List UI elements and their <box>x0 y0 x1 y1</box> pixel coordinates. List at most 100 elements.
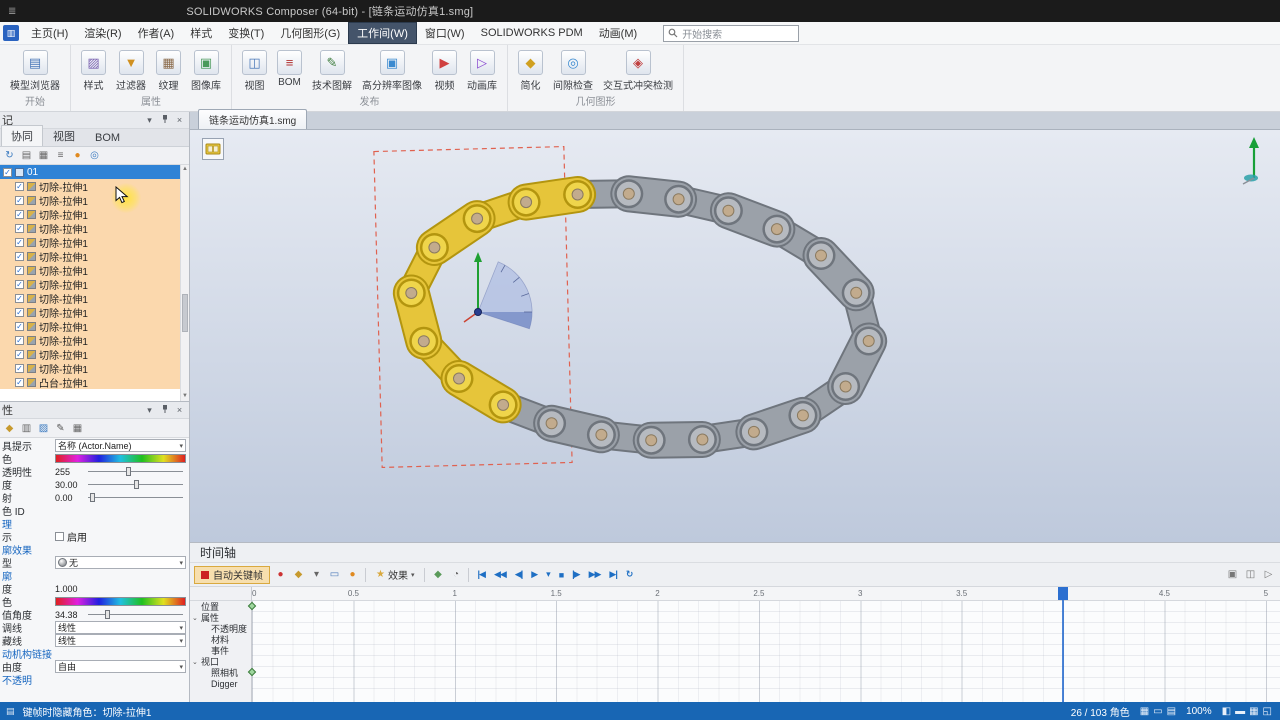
property-dropdown[interactable]: 无 ▾ <box>55 556 186 569</box>
slider-thumb[interactable] <box>133 480 139 489</box>
checkbox-checked[interactable]: ✓ <box>15 349 24 359</box>
timeline-row-label[interactable]: 照相机 <box>190 667 251 678</box>
effects-button[interactable]: ★ 效果 ▾ <box>371 566 419 584</box>
slider-thumb[interactable] <box>89 493 95 502</box>
tree-item[interactable]: ✓ 切除-拉伸1 <box>0 305 180 320</box>
timeline-track[interactable] <box>252 645 1280 656</box>
loop-button[interactable]: ↻ <box>623 567 636 582</box>
file-menu-button[interactable]: ▥ <box>3 25 19 41</box>
search-box[interactable]: 开始搜索 <box>663 24 800 42</box>
slider-track[interactable] <box>88 493 183 502</box>
checkbox-unchecked[interactable] <box>55 532 64 541</box>
timeline-row-label[interactable]: 事件 <box>190 645 251 656</box>
checkbox-checked[interactable]: ✓ <box>15 251 24 261</box>
checkbox-checked[interactable]: ✓ <box>3 167 12 177</box>
timeline-track[interactable] <box>252 678 1280 689</box>
timeline-grid-area[interactable]: 00.511.522.533.544.55 <box>247 587 1280 702</box>
scroll-thumb[interactable] <box>182 293 188 332</box>
timeline-track[interactable] <box>252 656 1280 667</box>
checkbox-checked[interactable]: ✓ <box>15 307 24 317</box>
menu-item-1[interactable]: 渲染(R) <box>76 22 129 44</box>
slider-track[interactable] <box>88 480 183 489</box>
tree-item[interactable]: ✓ 切除-拉伸1 <box>0 207 180 222</box>
ribbon-button-styles[interactable]: ▨ 样式 <box>76 49 111 93</box>
ribbon-button-model-browser[interactable]: ▤ 模型浏览器 <box>5 49 65 93</box>
ribbon-button-views[interactable]: ◫ 视图 <box>237 49 272 93</box>
timeline-row-label[interactable]: 位置 <box>190 601 251 612</box>
expand-all-icon[interactable]: ▤ <box>19 148 34 163</box>
tree-item[interactable]: ✓ 切除-拉伸1 <box>0 235 180 250</box>
timeline-track[interactable] <box>252 612 1280 623</box>
color-gradient-bar[interactable] <box>55 454 186 463</box>
checkbox-checked[interactable]: ✓ <box>15 377 24 387</box>
tree-item[interactable]: ✓ 切除-拉伸1 <box>0 193 180 208</box>
ribbon-button-tech-illustration[interactable]: ✎ 技术图解 <box>307 49 357 93</box>
ribbon-button-video[interactable]: ▶ 视频 <box>427 49 462 93</box>
property-dropdown[interactable]: 名称 (Actor.Name) ▾ <box>55 439 186 452</box>
menu-item-7[interactable]: 窗口(W) <box>417 22 473 44</box>
animation-mode-badge[interactable] <box>202 138 224 160</box>
playhead[interactable] <box>1058 587 1069 702</box>
checkbox-checked[interactable]: ✓ <box>15 265 24 275</box>
ribbon-button-clearance-check[interactable]: ◎ 间隙检查 <box>548 49 598 93</box>
timeline-track[interactable] <box>252 634 1280 645</box>
pencil-icon[interactable]: ✎ <box>53 421 68 436</box>
list-icon[interactable]: ≡ <box>53 148 68 163</box>
checkbox-checked[interactable]: ✓ <box>15 335 24 345</box>
property-dropdown[interactable]: 线性 ▾ <box>55 621 186 634</box>
tree-item[interactable]: ✓ 切除-拉伸1 <box>0 249 180 264</box>
time-mode-icon[interactable]: ◔ <box>448 567 463 582</box>
timeline-zoom-icon[interactable]: ▣ <box>1225 567 1240 582</box>
tree-item[interactable]: ✓ 切除-拉伸1 <box>0 277 180 292</box>
tree-item[interactable]: ✓ 切除-拉伸1 <box>0 361 180 376</box>
slider-thumb[interactable] <box>105 610 110 619</box>
ribbon-button-image-library[interactable]: ▣ 图像库 <box>186 49 226 93</box>
checkbox-checked[interactable]: ✓ <box>15 279 24 289</box>
visibility-icon[interactable]: ● <box>70 148 85 163</box>
timeline-row-label[interactable]: ⌄ 属性 <box>190 612 251 623</box>
tree-item[interactable]: ✓ 切除-拉伸1 <box>0 333 180 348</box>
close-icon[interactable]: × <box>173 114 186 127</box>
timeline-track[interactable] <box>252 623 1280 634</box>
display-icon[interactable]: ▭ <box>1153 706 1162 717</box>
timeline-row-label[interactable]: 材料 <box>190 634 251 645</box>
tree-item[interactable]: ✓ 切除-拉伸1 <box>0 221 180 236</box>
add-key-icon[interactable]: ◆ <box>291 567 306 582</box>
playhead-handle[interactable] <box>1058 587 1069 600</box>
step-forward-button[interactable]: |▶ <box>569 567 582 582</box>
go-start-button[interactable]: |◀ <box>474 567 487 582</box>
copy-style-icon[interactable]: ▥ <box>19 421 34 436</box>
paint-icon[interactable]: ▨ <box>36 421 51 436</box>
camera-key-icon[interactable]: ▭ <box>327 567 342 582</box>
checkbox-checked[interactable]: ✓ <box>15 195 24 205</box>
render-mode-icon[interactable]: ◧ <box>1222 706 1231 717</box>
color-gradient-bar[interactable] <box>55 597 186 606</box>
checkbox-checked[interactable]: ✓ <box>15 181 24 191</box>
tree-scrollbar[interactable]: ▲ ▼ <box>180 165 189 401</box>
assembly-tab-0[interactable]: 协同 <box>1 125 43 146</box>
pin-icon[interactable] <box>158 114 171 127</box>
ribbon-button-animation-library[interactable]: ▷ 动画库 <box>462 49 502 93</box>
menu-item-4[interactable]: 变换(T) <box>220 22 272 44</box>
menu-item-6[interactable]: 工作间(W) <box>348 22 417 44</box>
tree-root-item[interactable]: ✓ 01 <box>0 165 180 179</box>
select-keys-icon[interactable]: ◆ <box>430 567 445 582</box>
scroll-up-icon[interactable]: ▲ <box>182 165 188 174</box>
scroll-down-icon[interactable]: ▼ <box>182 392 188 401</box>
tree-item[interactable]: ✓ 切除-拉伸1 <box>0 291 180 306</box>
assembly-tab-1[interactable]: 视图 <box>43 125 85 146</box>
timeline-row-label[interactable]: 不透明度 <box>190 623 251 634</box>
scroll-track[interactable] <box>181 174 189 392</box>
columns-icon[interactable]: ▦ <box>36 148 51 163</box>
checkbox-checked[interactable]: ✓ <box>15 237 24 247</box>
tree-item[interactable]: ✓ 凸台-拉伸1 <box>0 375 180 390</box>
ribbon-button-hires-image[interactable]: ▣ 高分辨率图像 <box>357 49 427 93</box>
menu-item-5[interactable]: 几何图形(G) <box>272 22 348 44</box>
key-menu-icon[interactable]: ▾ <box>309 567 324 582</box>
keyframe-icon[interactable]: ◆ <box>2 421 17 436</box>
checkbox-checked[interactable]: ✓ <box>15 209 24 219</box>
ribbon-button-filters[interactable]: ▼ 过滤器 <box>111 49 151 93</box>
assembly-tab-2[interactable]: BOM <box>85 129 130 146</box>
menu-item-2[interactable]: 作者(A) <box>130 22 183 44</box>
settings-icon[interactable]: ◎ <box>87 148 102 163</box>
